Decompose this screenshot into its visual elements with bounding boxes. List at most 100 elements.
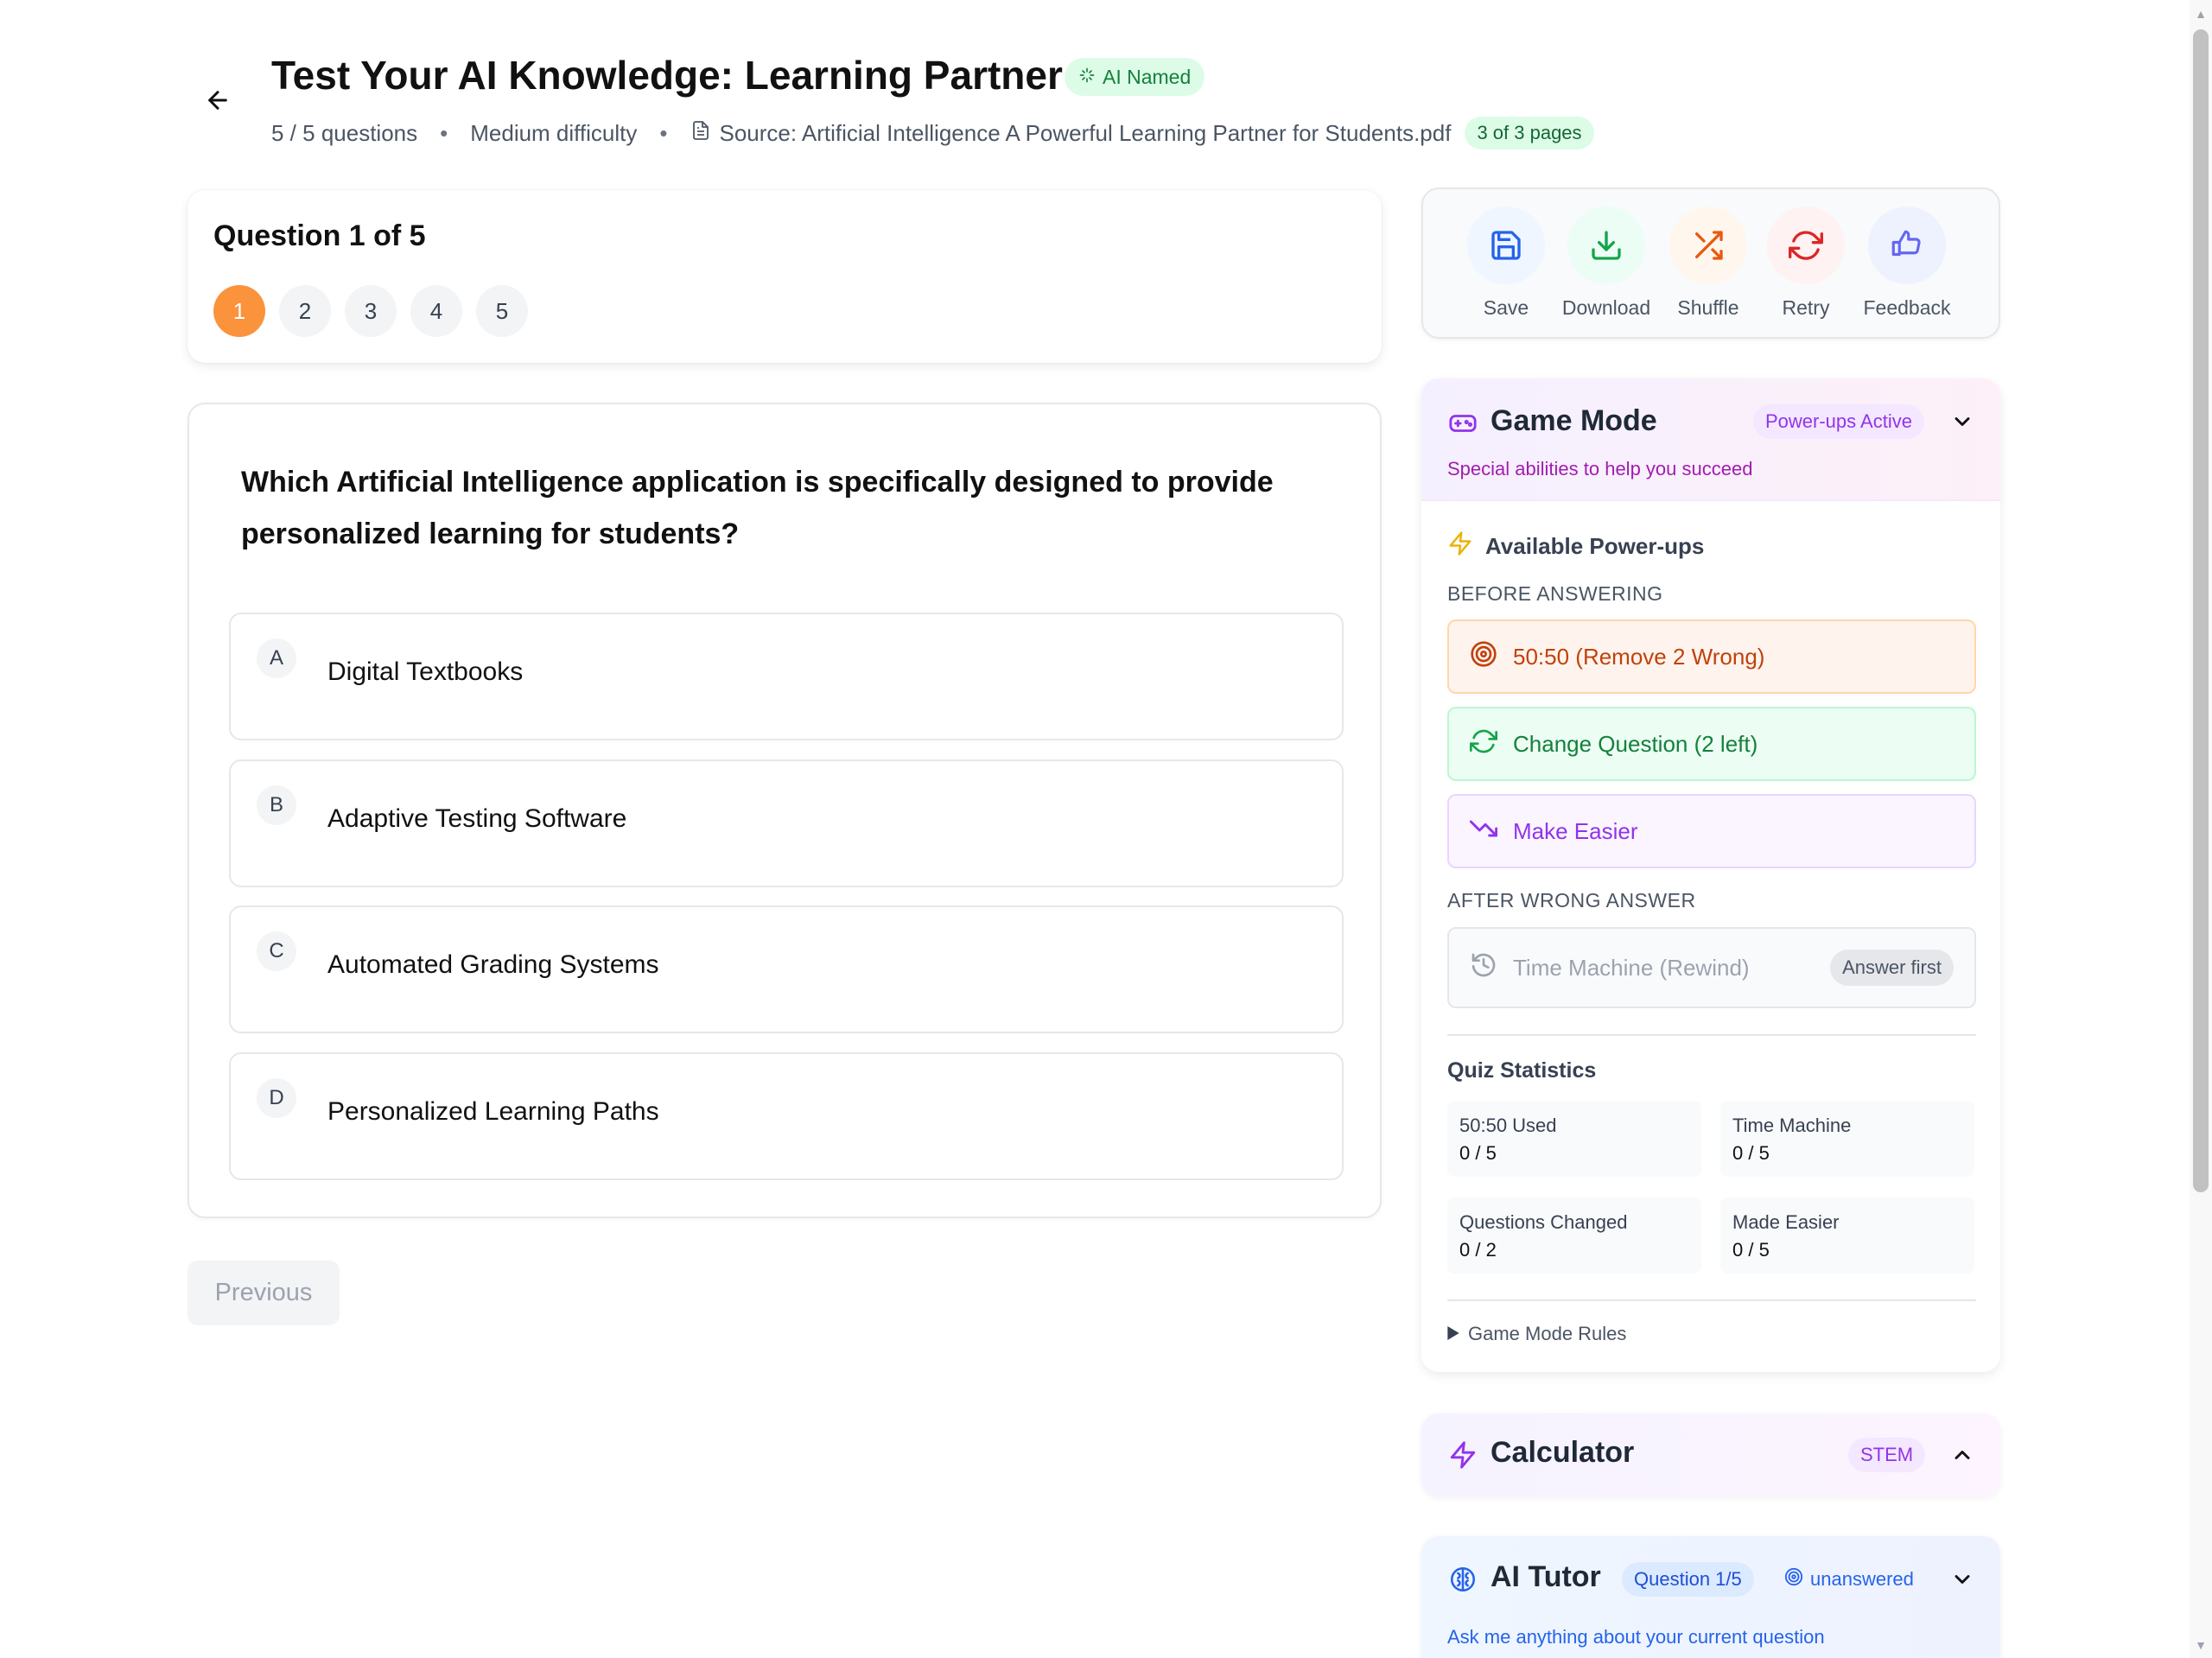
- target-icon: [1470, 640, 1497, 674]
- gamepad-icon: [1447, 408, 1478, 439]
- tutor-question-badge: Question 1/5: [1622, 1562, 1754, 1597]
- ai-tutor-panel[interactable]: AI Tutor Question 1/5 unanswered Ask me …: [1421, 1536, 2000, 1658]
- difficulty: Medium difficulty: [470, 119, 638, 146]
- stat-label: 50:50 Used: [1459, 1115, 1557, 1136]
- quiz-meta: 5 / 5 questions • Medium difficulty • So…: [271, 117, 1594, 149]
- fifty-fifty-powerup[interactable]: 50:50 (Remove 2 Wrong): [1447, 619, 1976, 694]
- game-mode-panel: Game Mode Power-ups Active Special abili…: [1421, 378, 2000, 1372]
- option-letter: A: [257, 638, 296, 678]
- question-number-button[interactable]: 5: [476, 285, 528, 337]
- stat-card: Time Machine 0 / 5: [1720, 1101, 1974, 1177]
- feedback-label: Feedback: [1863, 296, 1951, 319]
- answer-option-b[interactable]: B Adaptive Testing Software: [229, 759, 1344, 887]
- powerups-active-badge: Power-ups Active: [1753, 404, 1924, 439]
- meta-separator: •: [440, 119, 448, 146]
- calculator-panel[interactable]: Calculator STEM: [1421, 1413, 2000, 1496]
- stat-label: Time Machine: [1732, 1115, 1852, 1136]
- answer-option-c[interactable]: C Automated Grading Systems: [229, 905, 1344, 1033]
- tutor-status: unanswered: [1784, 1562, 1914, 1597]
- question-text: Which Artificial Intelligence applicatio…: [241, 466, 1274, 550]
- shuffle-button[interactable]: Shuffle: [1652, 206, 1764, 320]
- retry-label: Retry: [1782, 296, 1830, 319]
- scrollbar-thumb[interactable]: [2193, 29, 2209, 1192]
- brain-icon: [1447, 1564, 1478, 1595]
- option-text: Digital Textbooks: [327, 657, 524, 686]
- stat-value: 0 / 5: [1732, 1239, 1770, 1261]
- stem-badge: STEM: [1848, 1438, 1926, 1472]
- quiz-statistics-heading: Quiz Statistics: [1447, 1058, 1597, 1083]
- option-letter: C: [257, 931, 296, 971]
- game-mode-header[interactable]: Game Mode Power-ups Active Special abili…: [1421, 378, 2000, 501]
- feedback-button[interactable]: Feedback: [1851, 206, 1963, 320]
- pages-badge: 3 of 3 pages: [1465, 117, 1594, 149]
- thumbs-feedback-icon: [1868, 206, 1946, 284]
- save-label: Save: [1483, 296, 1529, 319]
- save-icon: [1467, 206, 1545, 284]
- question-number-button[interactable]: 2: [279, 285, 331, 337]
- stat-label: Questions Changed: [1459, 1211, 1628, 1233]
- quiz-toolbar: Save Download Shuffle Retry Feedback: [1421, 187, 2000, 339]
- download-label: Download: [1561, 296, 1651, 319]
- question-number-list: 1 2 3 4 5: [213, 285, 528, 337]
- history-icon: [1470, 951, 1497, 985]
- scroll-down-arrow-icon[interactable]: ▼: [2193, 1636, 2209, 1654]
- available-powerups-heading: Available Power-ups: [1447, 530, 1704, 562]
- fifty-fifty-label: 50:50 (Remove 2 Wrong): [1513, 643, 1765, 670]
- chevron-up-icon[interactable]: [1945, 1438, 1980, 1472]
- option-text: Personalized Learning Paths: [327, 1097, 659, 1126]
- question-card: Which Artificial Intelligence applicatio…: [188, 403, 1382, 1218]
- download-button[interactable]: Download: [1550, 206, 1662, 320]
- source-filename: Source: Artificial Intelligence A Powerf…: [719, 119, 1452, 146]
- source-info: Source: Artificial Intelligence A Powerf…: [690, 119, 1452, 148]
- stat-value: 0 / 2: [1459, 1239, 1497, 1261]
- question-count: 5 / 5 questions: [271, 119, 418, 146]
- page-title: Test Your AI Knowledge: Learning Partner: [271, 53, 1063, 98]
- lightning-icon: [1447, 1439, 1478, 1471]
- option-letter: B: [257, 785, 296, 825]
- option-text: Adaptive Testing Software: [327, 804, 627, 833]
- time-machine-label: Time Machine (Rewind): [1513, 954, 1750, 981]
- make-easier-powerup[interactable]: Make Easier: [1447, 794, 1976, 868]
- quiz-page: Test Your AI Knowledge: Learning Partner…: [0, 0, 2212, 1658]
- option-text: Automated Grading Systems: [327, 950, 659, 979]
- chevron-down-icon[interactable]: [1945, 1562, 1980, 1597]
- ai-tutor-title: AI Tutor: [1491, 1560, 1601, 1593]
- target-icon: [1784, 1567, 1803, 1591]
- back-arrow-icon[interactable]: [200, 83, 235, 118]
- question-progress-title: Question 1 of 5: [213, 219, 426, 252]
- chevron-down-icon[interactable]: [1945, 404, 1980, 439]
- shuffle-label: Shuffle: [1677, 296, 1739, 319]
- answer-first-badge: Answer first: [1830, 950, 1954, 986]
- ai-named-label: AI Named: [1103, 65, 1192, 88]
- meta-separator: •: [659, 119, 668, 146]
- tutor-subtitle: Ask me anything about your current quest…: [1447, 1626, 1825, 1648]
- answer-option-a[interactable]: A Digital Textbooks: [229, 613, 1344, 740]
- question-number-button[interactable]: 3: [345, 285, 397, 337]
- question-number-button[interactable]: 4: [410, 285, 462, 337]
- save-button[interactable]: Save: [1450, 206, 1562, 320]
- scroll-up-arrow-icon[interactable]: ▲: [2193, 5, 2209, 22]
- make-easier-label: Make Easier: [1513, 817, 1638, 844]
- refresh-icon: [1470, 727, 1497, 761]
- change-question-powerup[interactable]: Change Question (2 left): [1447, 707, 1976, 781]
- previous-button[interactable]: Previous: [188, 1261, 340, 1325]
- answer-option-d[interactable]: D Personalized Learning Paths: [229, 1052, 1344, 1180]
- retry-button[interactable]: Retry: [1750, 206, 1862, 320]
- divider: [1447, 1299, 1976, 1301]
- divider: [1447, 1034, 1976, 1036]
- question-number-button[interactable]: 1: [213, 285, 265, 337]
- time-machine-powerup[interactable]: Time Machine (Rewind) Answer first: [1447, 927, 1976, 1008]
- calculator-title: Calculator: [1491, 1436, 1635, 1469]
- question-navigator: Question 1 of 5 1 2 3 4 5: [188, 190, 1382, 363]
- shuffle-icon: [1669, 206, 1747, 284]
- download-icon: [1567, 206, 1645, 284]
- tutor-status-label: unanswered: [1810, 1568, 1914, 1590]
- ai-named-badge: AI Named: [1065, 58, 1205, 96]
- available-powerups-label: Available Power-ups: [1485, 533, 1705, 559]
- lightning-icon: [1447, 530, 1473, 562]
- document-icon: [690, 119, 711, 148]
- stat-value: 0 / 5: [1732, 1142, 1770, 1164]
- game-mode-rules-toggle[interactable]: Game Mode Rules: [1447, 1323, 1626, 1345]
- after-wrong-answer-label: AFTER WRONG ANSWER: [1447, 889, 1696, 912]
- stat-card: 50:50 Used 0 / 5: [1447, 1101, 1701, 1177]
